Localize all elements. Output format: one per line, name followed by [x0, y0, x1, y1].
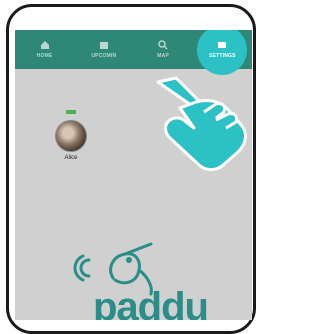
tab-upcoming-label: UPCOMIN: [91, 53, 117, 59]
pointing-hand-icon: [156, 76, 247, 172]
tab-settings-label: SETTINGS: [209, 53, 236, 59]
tab-home[interactable]: HOME: [15, 30, 74, 69]
search-icon: [158, 40, 168, 50]
avatar[interactable]: [55, 120, 87, 152]
home-icon: [40, 41, 49, 49]
status-badge: [66, 110, 76, 114]
tab-settings[interactable]: SETTINGS: [193, 30, 252, 75]
calendar-icon: [99, 42, 108, 49]
profile-name: Alice: [64, 155, 78, 161]
paddu-logo: paddu: [55, 230, 235, 320]
settings-icon: [218, 42, 227, 48]
tab-bar: HOME UPCOMIN MAP SETTINGS: [15, 30, 252, 75]
tab-upcoming[interactable]: UPCOMIN: [74, 30, 133, 69]
logo-text: paddu: [93, 285, 209, 320]
tab-map-label: MAP: [157, 53, 169, 59]
tab-home-label: HOME: [36, 53, 53, 59]
profile-card[interactable]: Alice: [53, 110, 89, 161]
tab-map[interactable]: MAP: [134, 30, 193, 69]
